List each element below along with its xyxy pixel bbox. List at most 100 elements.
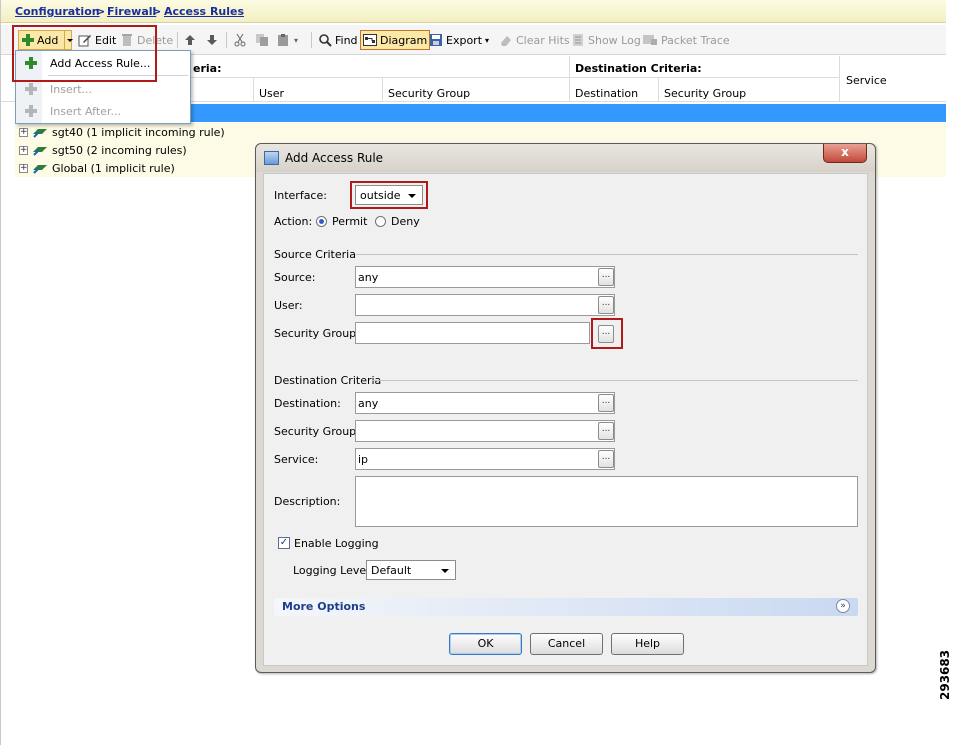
clear-hits-label: Clear Hits xyxy=(516,33,570,47)
header-divider xyxy=(569,56,570,102)
close-button[interactable]: x xyxy=(823,144,867,163)
expand-icon[interactable]: + xyxy=(19,145,28,155)
dst-security-group-field[interactable] xyxy=(355,420,615,442)
enable-logging-label: Enable Logging xyxy=(294,537,379,550)
scissors-icon xyxy=(234,33,246,47)
action-label: Action: xyxy=(274,215,313,228)
row-label: Global (1 implicit rule) xyxy=(52,161,175,175)
show-log-label: Show Log xyxy=(588,33,641,47)
clear-hits-button[interactable]: Clear Hits xyxy=(499,30,570,50)
paste-icon xyxy=(278,34,288,46)
enable-logging-checkbox[interactable]: ✓ xyxy=(278,537,290,549)
interface-label: Interface: xyxy=(274,189,327,202)
destination-column-header[interactable]: Destination xyxy=(575,87,638,100)
double-chevron-down-icon[interactable]: » xyxy=(836,599,850,613)
header-divider xyxy=(191,77,839,78)
breadcrumb-firewall[interactable]: Firewall xyxy=(107,5,156,18)
deny-radio[interactable] xyxy=(375,216,386,227)
chevron-down-icon xyxy=(441,569,449,573)
callout-highlight xyxy=(591,318,623,349)
move-down-button[interactable] xyxy=(205,30,219,50)
service-value: ip xyxy=(358,453,369,466)
export-label: Export xyxy=(446,33,483,47)
ellipsis-icon: ... xyxy=(601,298,611,308)
find-button[interactable]: Find xyxy=(318,30,358,50)
packet-trace-button[interactable]: Packet Trace xyxy=(642,30,730,50)
cut-button[interactable] xyxy=(233,30,247,50)
more-options-bar[interactable]: More Options » xyxy=(274,598,858,616)
arrow-down-icon xyxy=(207,35,217,45)
ok-label: OK xyxy=(477,637,494,650)
help-label: Help xyxy=(634,637,661,650)
breadcrumb-configuration[interactable]: Configuration xyxy=(15,5,100,18)
packet-trace-label: Packet Trace xyxy=(661,33,730,47)
dst-security-group-label: Security Group: xyxy=(274,425,360,438)
help-button[interactable]: Help xyxy=(611,633,684,655)
more-options-label: More Options xyxy=(282,600,366,613)
menu-item-label: Insert... xyxy=(50,82,93,96)
diagram-button[interactable]: Diagram xyxy=(360,30,431,50)
save-icon xyxy=(430,34,442,46)
user-column-header[interactable]: User xyxy=(259,87,284,100)
show-log-button[interactable]: Show Log xyxy=(571,30,641,50)
export-button[interactable]: Export ▾ xyxy=(429,30,489,50)
paste-button[interactable]: ▾ xyxy=(277,30,298,50)
user-field[interactable] xyxy=(355,294,615,316)
menu-item-insert-after[interactable]: Insert After... xyxy=(16,100,190,122)
copy-button[interactable] xyxy=(255,30,269,50)
description-textarea[interactable] xyxy=(355,476,858,527)
dialog-body: Interface: outside Action: Permit Deny S… xyxy=(263,173,868,666)
expand-icon[interactable]: + xyxy=(19,127,28,137)
destination-field[interactable]: any xyxy=(355,392,615,414)
eraser-icon xyxy=(501,36,511,46)
service-header[interactable]: Service xyxy=(846,74,887,87)
logging-level-select[interactable]: Default xyxy=(366,560,456,580)
figure-number: 293683 xyxy=(938,649,952,700)
destination-browse-button[interactable]: ... xyxy=(598,394,614,412)
source-criteria-header: eria: xyxy=(193,62,222,75)
dst-security-group-column-header[interactable]: Security Group xyxy=(664,87,746,100)
header-divider xyxy=(253,78,254,102)
expand-icon[interactable]: + xyxy=(19,163,28,173)
toolbar-divider xyxy=(177,32,178,48)
row-label: sgt50 (2 incoming rules) xyxy=(52,143,187,157)
permit-radio[interactable] xyxy=(316,216,327,227)
section-divider xyxy=(356,254,858,255)
service-browse-button[interactable]: ... xyxy=(598,450,614,468)
logging-level-label: Logging Level: xyxy=(293,564,373,577)
find-label: Find xyxy=(335,33,358,47)
cancel-label: Cancel xyxy=(547,637,586,650)
destination-value: any xyxy=(358,397,379,410)
interface-icon xyxy=(33,129,47,138)
user-label: User: xyxy=(274,299,303,312)
toolbar-divider xyxy=(226,32,227,48)
source-label: Source: xyxy=(274,271,316,284)
move-up-button[interactable] xyxy=(183,30,197,50)
packet-trace-icon xyxy=(643,35,657,45)
source-value: any xyxy=(358,271,379,284)
dialog-title-bar: Add Access Rule x xyxy=(256,144,875,172)
ellipsis-icon: ... xyxy=(601,270,611,280)
description-label: Description: xyxy=(274,495,341,508)
callout-highlight xyxy=(12,25,157,82)
dialog-title: Add Access Rule xyxy=(285,151,384,165)
source-criteria-heading: Source Criteria xyxy=(274,248,356,261)
add-icon xyxy=(25,105,37,117)
src-security-group-column-header[interactable]: Security Group xyxy=(388,87,470,100)
source-field[interactable]: any xyxy=(355,266,615,288)
service-field[interactable]: ip xyxy=(355,448,615,470)
dst-security-group-browse-button[interactable]: ... xyxy=(598,422,614,440)
callout-highlight xyxy=(350,181,428,209)
header-divider xyxy=(658,78,659,102)
permit-label: Permit xyxy=(332,215,368,228)
table-row[interactable]: + sgt40 (1 implicit incoming rule) xyxy=(15,123,946,141)
src-security-group-label: Security Group: xyxy=(274,327,360,340)
breadcrumb-access-rules[interactable]: Access Rules xyxy=(164,5,244,18)
cancel-button[interactable]: Cancel xyxy=(530,633,603,655)
src-security-group-field[interactable] xyxy=(355,322,590,344)
user-browse-button[interactable]: ... xyxy=(598,296,614,314)
breadcrumb: Configuration > Firewall > Access Rules xyxy=(1,0,946,23)
source-browse-button[interactable]: ... xyxy=(598,268,614,286)
app-icon xyxy=(264,151,279,165)
ok-button[interactable]: OK xyxy=(449,633,522,655)
